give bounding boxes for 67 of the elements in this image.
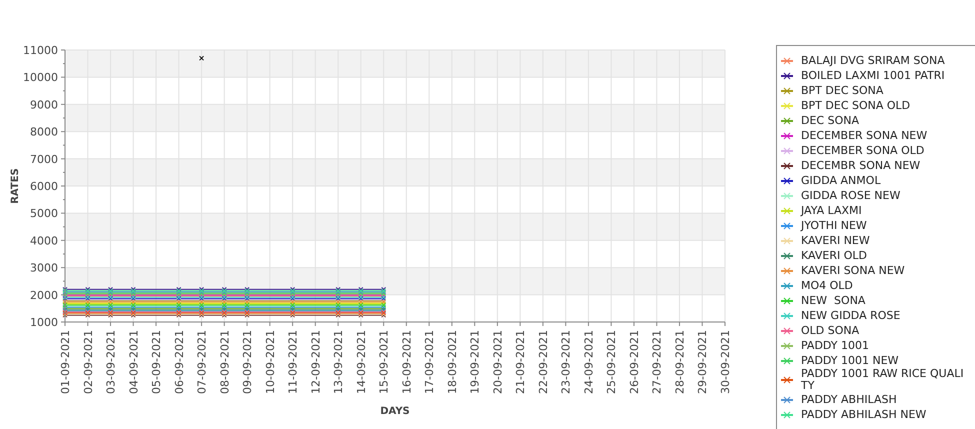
axis-tick-label: 17-09-2021 (423, 330, 436, 394)
axis-tick-label: 22-09-2021 (536, 330, 550, 394)
legend-label: PADDY ABHILASH NEW (801, 408, 928, 420)
legend-label: NEW GIDDA ROSE (801, 310, 902, 322)
axis-tick-label: 4000 (30, 234, 58, 248)
axis-tick-label: 27-09-2021 (650, 330, 664, 394)
axis-title: DAYS (380, 406, 410, 417)
axis-tick-label: 04-09-2021 (127, 330, 140, 394)
legend-label: DECEMBER SONA OLD (801, 144, 926, 156)
axis-tick-label: 26-09-2021 (628, 330, 641, 394)
axis-title: RATES (10, 168, 21, 204)
axis-tick-label: 06-09-2021 (172, 330, 186, 394)
axis-tick-label: 07-09-2021 (196, 330, 209, 394)
legend-label: DECEMBR SONA NEW (801, 160, 922, 172)
axis-tick-label: 23-09-2021 (560, 330, 573, 394)
axis-tick-label: 19-09-2021 (468, 330, 482, 394)
legend-label: MO4 OLD (801, 280, 854, 292)
axis-tick-label: 24-09-2021 (582, 330, 596, 394)
axis-tick-label: 11-09-2021 (286, 330, 300, 394)
legend-label: PADDY 1001 (801, 340, 870, 352)
legend-label: PADDY ABHILASH (801, 394, 898, 406)
axis-tick-label: 16-09-2021 (400, 330, 414, 394)
axis-tick-label: 21-09-2021 (514, 330, 528, 394)
legend-label: BPT DEC SONA (801, 84, 884, 96)
axis-tick-label: 01-09-2021 (59, 330, 72, 394)
axis-tick-label: 8000 (30, 126, 58, 139)
axis-tick-label: 11000 (23, 44, 58, 57)
axis-tick-label: 03-09-2021 (104, 330, 118, 394)
legend-label: JAYA LAXMI (801, 204, 863, 216)
axis-tick-label: 2000 (30, 288, 58, 302)
legend-label: KAVERI SONA NEW (801, 264, 906, 276)
axis-tick-label: 6000 (30, 180, 58, 193)
legend-label: DEC SONA (801, 114, 860, 126)
legend-label: KAVERI NEW (801, 234, 871, 246)
axis-tick-label: 3000 (30, 262, 58, 275)
axis-tick-label: 7000 (30, 152, 58, 166)
axis-tick-label: 05-09-2021 (150, 330, 164, 394)
legend-label: NEW SONA (801, 294, 866, 306)
axis-tick-label: 08-09-2021 (218, 330, 232, 394)
legend-label: DECEMBER SONA NEW (801, 130, 928, 142)
legend-label: PADDY 1001 NEW (801, 354, 900, 366)
legend-label: KAVERI OLD (801, 250, 868, 262)
axis-tick-label: 14-09-2021 (354, 330, 368, 394)
axis-tick-label: 20-09-2021 (491, 330, 504, 394)
legend-label: JYOTHI NEW (801, 220, 868, 232)
legend-label: PADDY 1001 RAW RICE QUALITY (801, 368, 965, 392)
axis-tick-label: 15-09-2021 (378, 330, 391, 394)
legend-label: OLD SONA (801, 324, 860, 336)
axis-tick-label: 10-09-2021 (264, 330, 277, 394)
axis-tick-label: 25-09-2021 (605, 330, 618, 394)
axis-tick-label: 9000 (30, 98, 58, 112)
legend-label: GIDDA ANMOL (801, 174, 882, 186)
axis-tick-label: 28-09-2021 (673, 330, 686, 394)
legend-label: BOILED LAXMI 1001 PATRI (801, 70, 946, 82)
axis-tick-label: 1000 (30, 316, 58, 329)
axis-tick-label: 13-09-2021 (332, 330, 346, 394)
axis-tick-label: 12-09-2021 (309, 330, 322, 394)
legend-label: BPT DEC SONA OLD (801, 100, 912, 112)
legend-label: GIDDA ROSE NEW (801, 190, 902, 202)
axis-tick-label: 10000 (23, 71, 58, 84)
axis-tick-label: 5000 (30, 207, 58, 220)
axis-tick-label: 18-09-2021 (446, 330, 459, 394)
legend-label: BALAJI DVG SRIRAM SONA (801, 54, 946, 66)
axis-tick-label: 30-09-2021 (719, 330, 732, 394)
axis-tick-label: 02-09-2021 (82, 330, 95, 394)
axis-tick-label: 09-09-2021 (241, 330, 254, 394)
axis-tick-label: 29-09-2021 (696, 330, 710, 394)
